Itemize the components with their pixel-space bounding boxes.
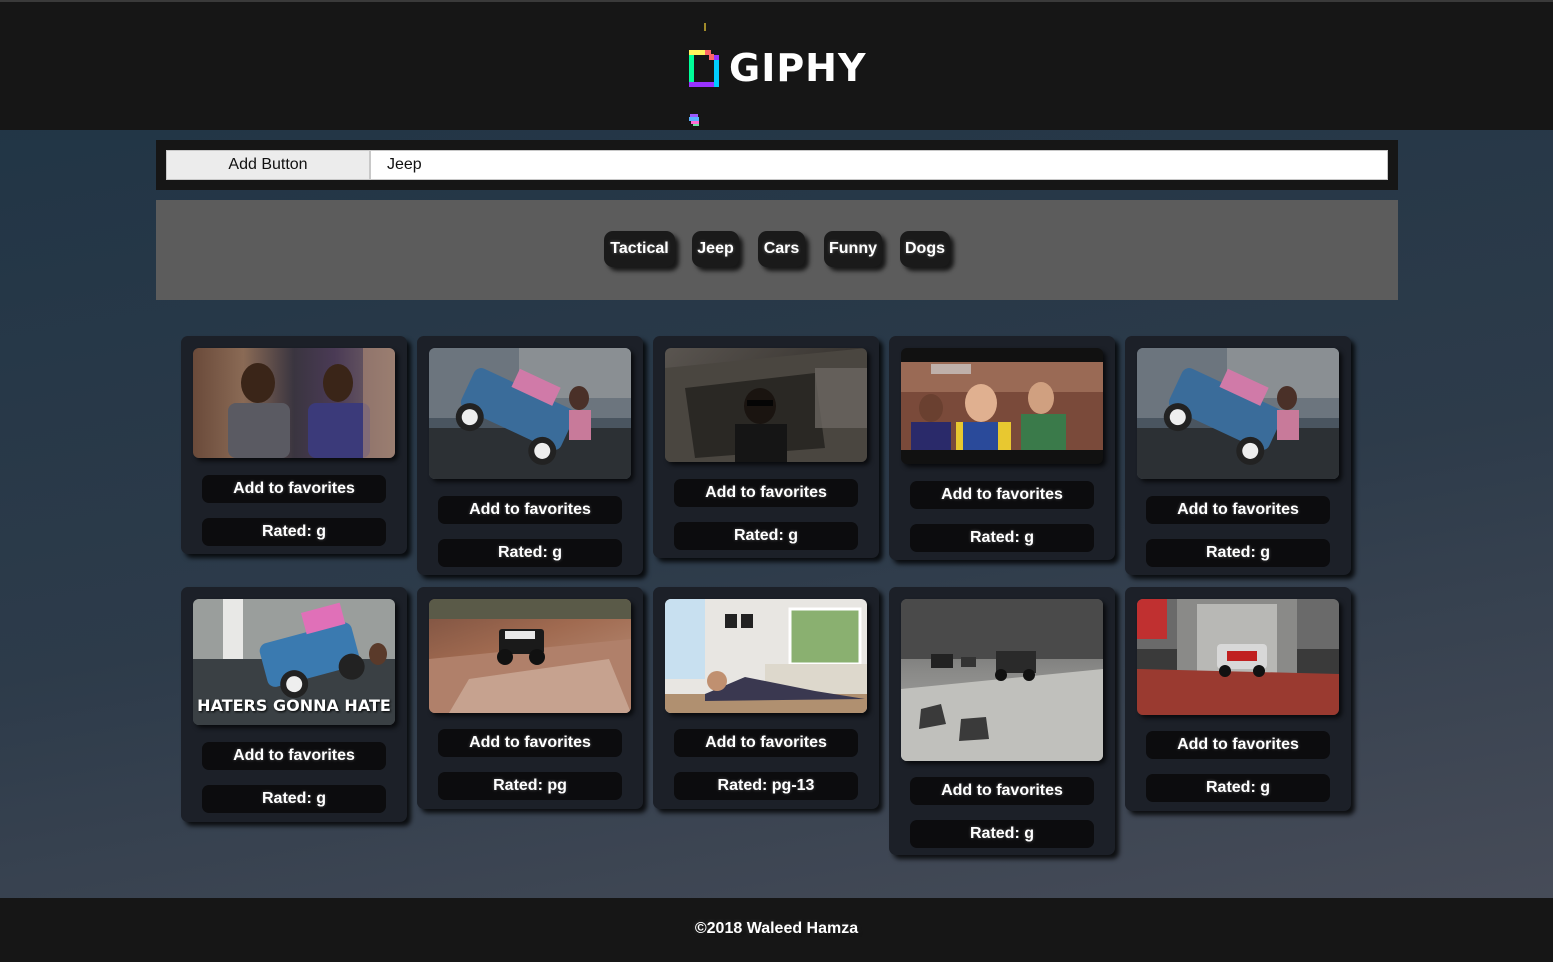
rating-label: Rated: pg (438, 772, 622, 800)
add-topic-form: Add Button (156, 140, 1398, 190)
rating-label: Rated: g (910, 820, 1094, 848)
rating-label: Rated: g (1146, 774, 1330, 802)
gif-card: Add to favorites Rated: pg (417, 587, 643, 809)
gif-card: Add to favorites Rated: g (181, 336, 407, 554)
gif-image[interactable] (193, 348, 395, 458)
add-to-favorites-button[interactable]: Add to favorites (438, 729, 622, 757)
gif-image[interactable] (1137, 348, 1339, 479)
gif-image[interactable] (429, 348, 631, 479)
add-to-favorites-button[interactable]: Add to favorites (202, 475, 386, 503)
rating-label: Rated: g (202, 785, 386, 813)
gif-card: Add to favorites Rated: g (1125, 587, 1351, 811)
rating-label: Rated: g (438, 539, 622, 567)
gif-card: Add to favorites Rated: g (1125, 336, 1351, 575)
topic-button-dogs[interactable]: Dogs (900, 231, 950, 267)
topic-button-cars[interactable]: Cars (758, 231, 805, 267)
gif-caption: HATERS GONNA HATE (197, 696, 391, 715)
sprite-icon (688, 113, 702, 127)
gif-image[interactable] (901, 599, 1103, 761)
gif-image[interactable] (665, 348, 867, 462)
add-to-favorites-button[interactable]: Add to favorites (1146, 496, 1330, 524)
gif-card: Add to favorites Rated: pg-13 (653, 587, 879, 809)
add-to-favorites-button[interactable]: Add to favorites (910, 481, 1094, 509)
gif-card: HATERS GONNA HATE Add to favorites Rated… (181, 587, 407, 822)
topic-button-funny[interactable]: Funny (824, 231, 882, 267)
logo-text: GIPHY (729, 46, 867, 90)
add-to-favorites-button[interactable]: Add to favorites (438, 496, 622, 524)
gif-image[interactable] (901, 348, 1103, 464)
giphy-logo-icon (689, 48, 719, 88)
gif-card: Add to favorites Rated: g (653, 336, 879, 558)
giphy-logo[interactable]: GIPHY (689, 46, 867, 90)
gif-image[interactable] (1137, 599, 1339, 715)
site-footer: ©2018 Waleed Hamza (0, 898, 1553, 962)
site-header: GIPHY (0, 0, 1553, 130)
add-to-favorites-button[interactable]: Add to favorites (674, 729, 858, 757)
add-to-favorites-button[interactable]: Add to favorites (1146, 731, 1330, 759)
add-to-favorites-button[interactable]: Add to favorites (202, 742, 386, 770)
rating-label: Rated: g (910, 524, 1094, 552)
topic-buttons-bar: Tactical Jeep Cars Funny Dogs (156, 200, 1398, 300)
add-to-favorites-button[interactable]: Add to favorites (674, 479, 858, 507)
rating-label: Rated: pg-13 (674, 772, 858, 800)
gif-card: Add to favorites Rated: g (889, 336, 1115, 560)
gif-image[interactable] (429, 599, 631, 713)
rating-label: Rated: g (674, 522, 858, 550)
add-topic-button[interactable]: Add Button (166, 150, 370, 180)
gif-image[interactable]: HATERS GONNA HATE (193, 599, 395, 725)
add-to-favorites-button[interactable]: Add to favorites (910, 777, 1094, 805)
copyright-text: ©2018 Waleed Hamza (694, 920, 859, 937)
rating-label: Rated: g (202, 518, 386, 546)
gif-card: Add to favorites Rated: g (889, 587, 1115, 855)
topic-input[interactable] (370, 150, 1388, 180)
rating-label: Rated: g (1146, 539, 1330, 567)
gif-card: Add to favorites Rated: g (417, 336, 643, 575)
loading-tick (704, 23, 706, 31)
gif-image[interactable] (665, 599, 867, 713)
topic-button-jeep[interactable]: Jeep (692, 231, 739, 267)
topic-button-tactical[interactable]: Tactical (604, 231, 675, 267)
